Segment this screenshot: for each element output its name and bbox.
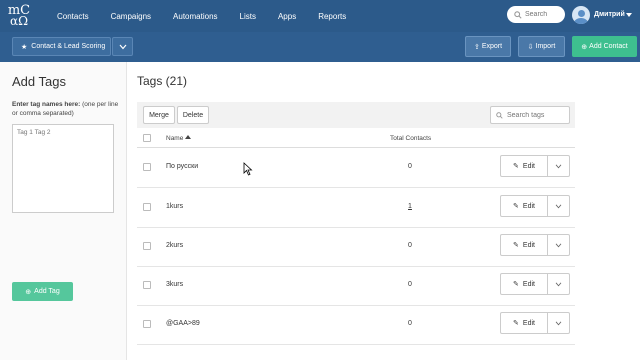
tag-search[interactable]: [490, 106, 570, 124]
export-icon: ⇪: [473, 43, 480, 51]
delete-button[interactable]: Delete: [177, 106, 209, 124]
edit-label: Edit: [522, 319, 535, 327]
column-total-header: Total Contacts: [390, 135, 432, 142]
tag-name: 2kurs: [166, 242, 184, 249]
pencil-icon: ✎: [513, 320, 519, 327]
table-header: Name Total Contacts: [137, 129, 575, 148]
tag-name: 3kurs: [166, 281, 184, 288]
tag-name: 1kurs: [166, 203, 184, 210]
add-tag-button[interactable]: ⊕ Add Tag: [12, 282, 73, 301]
plus-circle-icon: ⊕: [581, 43, 588, 51]
top-nav: mC αΩ Contacts Campaigns Automations Lis…: [0, 0, 640, 32]
pencil-icon: ✎: [513, 281, 519, 288]
tag-name: @GAA>89: [166, 320, 200, 327]
add-contact-label: Add Contact: [589, 43, 628, 50]
nav-item-campaigns[interactable]: Campaigns: [111, 12, 151, 21]
chevron-down-icon: [555, 321, 562, 325]
edit-button[interactable]: ✎ Edit: [500, 195, 548, 217]
edit-label: Edit: [522, 241, 535, 249]
tag-help-text: Enter tag names here: (one per line or c…: [12, 100, 120, 118]
edit-button[interactable]: ✎ Edit: [500, 273, 548, 295]
row-checkbox[interactable]: [143, 281, 151, 289]
row-actions-dropdown[interactable]: [547, 195, 570, 217]
lead-scoring-button[interactable]: ★ Contact & Lead Scoring: [12, 37, 111, 56]
avatar[interactable]: [572, 6, 590, 24]
column-name-label: Name: [166, 135, 184, 142]
search-icon: [514, 10, 522, 19]
tags-toolbar: Merge Delete: [137, 102, 575, 128]
nav-menu: Contacts Campaigns Automations Lists App…: [46, 12, 357, 21]
column-name-header[interactable]: Name: [166, 135, 192, 142]
page-title: Tags (21): [137, 74, 188, 88]
nav-item-reports[interactable]: Reports: [318, 12, 346, 21]
export-label: Export: [481, 43, 503, 50]
logo-bottom: αΩ: [9, 14, 29, 28]
edit-label: Edit: [522, 162, 535, 170]
nav-item-contacts[interactable]: Contacts: [57, 12, 89, 21]
tag-count-link[interactable]: 1: [400, 203, 420, 210]
nav-item-apps[interactable]: Apps: [278, 12, 296, 21]
search-icon: [496, 111, 503, 119]
table-row: 2kurs 0 ✎ Edit: [137, 227, 575, 267]
row-checkbox[interactable]: [143, 203, 151, 211]
tag-count: 0: [408, 163, 412, 170]
tag-search-input[interactable]: [507, 111, 567, 119]
nav-item-automations[interactable]: Automations: [173, 12, 217, 21]
chevron-down-icon: [119, 44, 126, 49]
row-checkbox[interactable]: [143, 242, 151, 250]
import-icon: ⇩: [527, 43, 534, 51]
pencil-icon: ✎: [513, 242, 519, 249]
table-row: По руcски 0 ✎ Edit: [137, 148, 575, 188]
row-actions-dropdown[interactable]: [547, 234, 570, 256]
tag-names-textarea[interactable]: [12, 124, 114, 213]
row-checkbox[interactable]: [143, 163, 151, 171]
add-tags-title: Add Tags: [12, 74, 66, 89]
app-logo[interactable]: mC αΩ: [2, 0, 36, 32]
edit-button[interactable]: ✎ Edit: [500, 155, 548, 177]
tag-count: 0: [408, 242, 412, 249]
sort-asc-icon: [185, 135, 192, 139]
add-tag-label: Add Tag: [34, 288, 60, 295]
chevron-down-icon[interactable]: [626, 13, 632, 17]
import-label: Import: [535, 43, 556, 50]
row-actions-dropdown[interactable]: [547, 155, 570, 177]
lead-scoring-dropdown[interactable]: [112, 37, 133, 56]
edit-button[interactable]: ✎ Edit: [500, 312, 548, 334]
chevron-down-icon: [555, 204, 562, 208]
tag-count: 0: [408, 320, 412, 327]
row-checkbox[interactable]: [143, 320, 151, 328]
edit-label: Edit: [522, 202, 535, 210]
tag-count: 0: [408, 281, 412, 288]
add-contact-button[interactable]: ⊕ Add Contact: [572, 36, 637, 57]
row-actions-dropdown[interactable]: [547, 312, 570, 334]
add-tags-panel: Add Tags Enter tag names here: (one per …: [0, 62, 127, 360]
pencil-icon: ✎: [513, 203, 519, 210]
global-search[interactable]: [507, 6, 565, 23]
merge-button[interactable]: Merge: [143, 106, 175, 124]
table-row: 1kurs 1 ✎ Edit: [137, 188, 575, 228]
import-button[interactable]: ⇩ Import: [518, 36, 565, 57]
tag-name: По руcски: [166, 163, 199, 170]
tag-help-bold: Enter tag names here:: [12, 101, 81, 108]
nav-item-lists[interactable]: Lists: [240, 12, 256, 21]
edit-label: Edit: [522, 280, 535, 288]
mouse-cursor-icon: [243, 162, 253, 176]
table-row: @GAA>89 0 ✎ Edit: [137, 305, 575, 345]
edit-button[interactable]: ✎ Edit: [500, 234, 548, 256]
export-button[interactable]: ⇪ Export: [465, 36, 511, 57]
chevron-down-icon: [555, 282, 562, 286]
select-all-checkbox[interactable]: [143, 134, 151, 142]
pencil-icon: ✎: [513, 163, 519, 170]
table-row: 3kurs 0 ✎ Edit: [137, 266, 575, 306]
global-search-input[interactable]: [525, 11, 563, 18]
username[interactable]: Дмитрий: [594, 11, 625, 18]
row-actions-dropdown[interactable]: [547, 273, 570, 295]
lead-scoring-label: Contact & Lead Scoring: [31, 43, 106, 50]
plus-circle-icon: ⊕: [25, 288, 32, 296]
chevron-down-icon: [555, 243, 562, 247]
sub-toolbar: ★ Contact & Lead Scoring ⇪ Export ⇩ Impo…: [0, 32, 640, 62]
star-icon: ★: [21, 43, 28, 51]
chevron-down-icon: [555, 164, 562, 168]
